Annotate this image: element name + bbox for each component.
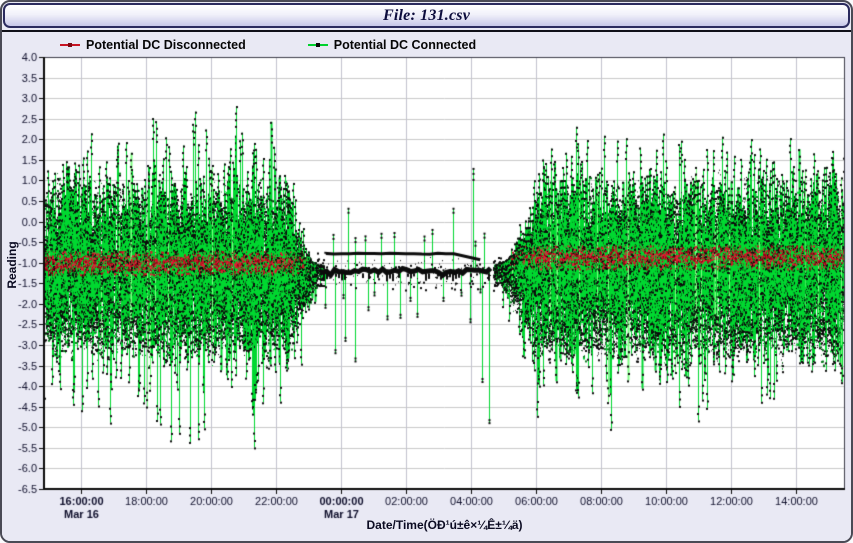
legend-label-dc-connected: Potential DC Connected <box>334 38 476 52</box>
app-window: File: 131.csv Potential DC Disconnected … <box>0 0 853 543</box>
chart-panel: Potential DC Disconnected Potential DC C… <box>2 30 851 541</box>
legend-item-dc-connected[interactable]: Potential DC Connected <box>308 38 476 52</box>
title-bar: File: 131.csv <box>3 3 850 28</box>
legend-label-dc-disconnected: Potential DC Disconnected <box>86 38 246 52</box>
file-title: File: 131.csv <box>383 7 470 25</box>
red-series-marker-dot-icon <box>68 43 72 47</box>
green-series-marker-dot-icon <box>316 43 320 47</box>
legend: Potential DC Disconnected Potential DC C… <box>60 38 476 52</box>
y-axis-title: Reading <box>5 225 19 305</box>
legend-item-dc-disconnected[interactable]: Potential DC Disconnected <box>60 38 246 52</box>
chart-canvas <box>2 32 851 541</box>
green-series-line-icon <box>308 44 328 46</box>
red-series-line-icon <box>60 44 80 46</box>
x-axis-title: Date/Time(ÖÐ¹ú±ê×¼Ê±¼ä) <box>44 518 845 532</box>
